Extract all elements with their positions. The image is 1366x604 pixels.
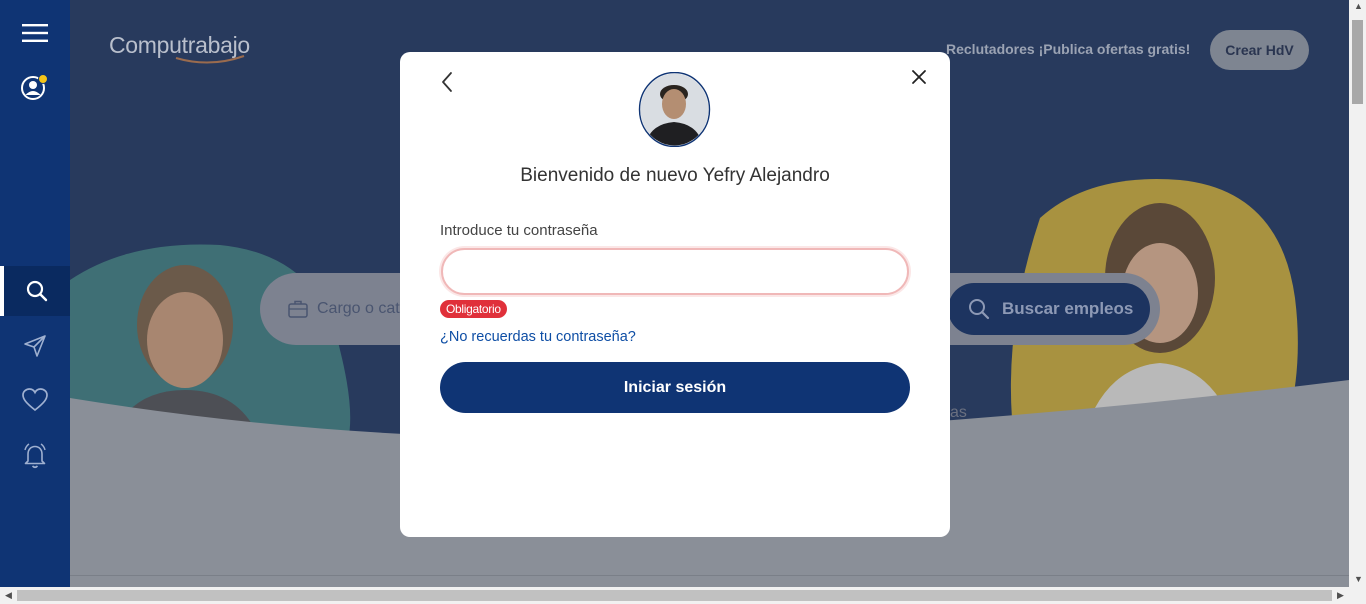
user-profile-icon: [21, 74, 48, 100]
hamburger-menu-icon: [22, 24, 48, 42]
welcome-heading: Bienvenido de nuevo Yefry Alejandro: [520, 165, 830, 186]
menu-button[interactable]: [0, 8, 70, 58]
bell-icon: [24, 443, 46, 469]
hero-partial-text: as: [950, 404, 967, 421]
sidebar-item-favorites[interactable]: [0, 375, 70, 425]
recruiters-link[interactable]: Reclutadores ¡Publica ofertas gratis!: [946, 41, 1190, 57]
scroll-down-icon[interactable]: ▼: [1354, 574, 1363, 584]
section-divider: [70, 575, 1349, 576]
search-jobs-label: Buscar empleos: [1002, 299, 1134, 318]
user-avatar: [638, 72, 711, 147]
logo-swoosh-icon: [175, 55, 245, 64]
password-input[interactable]: [441, 248, 909, 295]
close-icon[interactable]: [908, 66, 930, 88]
sidebar-item-alerts[interactable]: [0, 431, 70, 481]
back-arrow-icon[interactable]: [438, 70, 456, 94]
horizontal-scroll-thumb[interactable]: [17, 590, 1332, 601]
login-button[interactable]: Iniciar sesión: [440, 362, 910, 413]
briefcase-icon: [288, 300, 308, 318]
password-label: Introduce tu contraseña: [440, 222, 598, 239]
search-icon: [26, 280, 48, 302]
create-cv-button[interactable]: Crear HdV: [1210, 30, 1309, 70]
search-icon: [969, 299, 990, 320]
heart-icon: [22, 388, 48, 412]
profile-button[interactable]: [0, 62, 70, 112]
search-jobs-button[interactable]: Buscar empleos: [948, 283, 1150, 335]
scroll-up-icon[interactable]: ▲: [1354, 1, 1363, 11]
forgot-password-link[interactable]: ¿No recuerdas tu contraseña?: [440, 329, 636, 345]
job-search-placeholder: Cargo o cate: [317, 300, 409, 317]
sidebar-item-applications[interactable]: [0, 321, 70, 371]
sidebar-item-search[interactable]: [0, 266, 70, 316]
scroll-left-icon[interactable]: ◀: [5, 590, 12, 601]
required-error-badge: Obligatorio: [440, 300, 507, 318]
scroll-right-icon[interactable]: ▶: [1337, 590, 1344, 601]
vertical-scroll-thumb[interactable]: [1352, 20, 1363, 104]
login-modal: Bienvenido de nuevo Yefry Alejandro Intr…: [400, 52, 950, 537]
sidebar: [0, 0, 70, 587]
send-icon: [24, 335, 46, 357]
